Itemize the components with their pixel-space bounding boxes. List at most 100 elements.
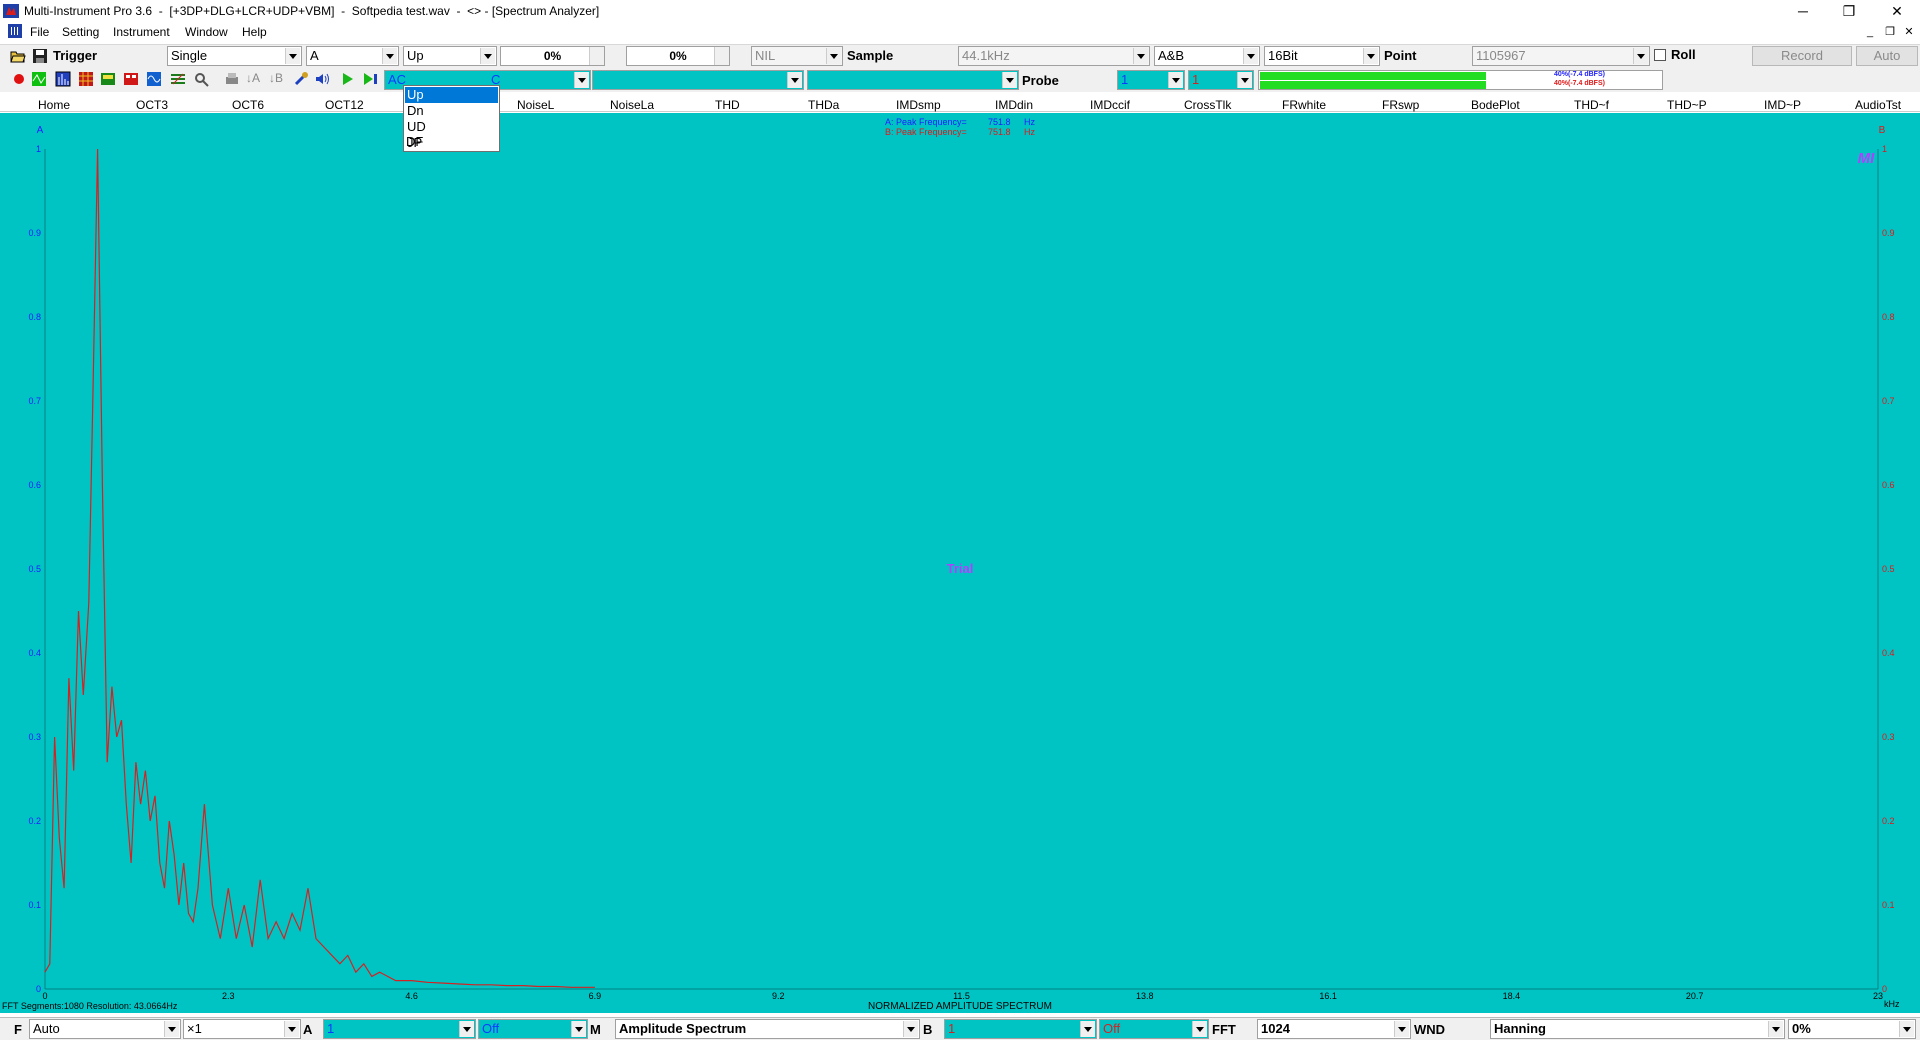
tab-oct3[interactable]: OCT3	[136, 98, 168, 112]
calibrate-tool-icon[interactable]	[293, 71, 309, 87]
probe-a-select[interactable]: 1	[1117, 70, 1185, 90]
record-button[interactable]: Record	[1752, 46, 1852, 66]
spectrum-mode-value: Amplitude Spectrum	[619, 1021, 747, 1036]
channel-a-state-select[interactable]: Off	[478, 1019, 588, 1039]
spectrum-chart[interactable]: 0 0 0.1 0.1 0.2 0.2 0.3 0.3 0.4 0.4 0.5 0.5 0.6 0.6 0.…	[0, 113, 1920, 1013]
tab-oct6[interactable]: OCT6	[232, 98, 264, 112]
roll-checkbox[interactable]	[1654, 49, 1666, 61]
tab-imdsmp[interactable]: IMDsmp	[896, 98, 941, 112]
menu-instrument[interactable]: Instrument	[113, 25, 170, 39]
mdi-restore-button[interactable]: ❐	[1882, 25, 1898, 39]
record-dot-icon[interactable]	[11, 71, 27, 87]
trigger-mode-value: Single	[171, 48, 208, 63]
fft-size-select[interactable]: 1024	[1257, 1019, 1411, 1039]
tab-crosstlk[interactable]: CrossTlk	[1184, 98, 1231, 112]
chevron-down-icon	[1633, 48, 1648, 64]
stepper-down-icon[interactable]	[589, 56, 604, 65]
dropdown-option-ud[interactable]: UD	[405, 119, 498, 135]
tab-audiotst[interactable]: AudioTst	[1855, 98, 1901, 112]
menu-window[interactable]: Window	[185, 25, 228, 39]
minimize-button[interactable]: ─	[1780, 0, 1826, 22]
trigger-level-stepper[interactable]: 0%	[500, 46, 605, 66]
y-tick-label-left: 0.5	[28, 564, 41, 574]
tab-oct12[interactable]: OCT12	[325, 98, 364, 112]
spectrum-analyzer-icon[interactable]	[55, 71, 71, 87]
sample-rate-select[interactable]: 44.1kHz	[958, 46, 1150, 66]
oscilloscope-icon[interactable]	[31, 71, 47, 87]
window-title: Multi-Instrument Pro 3.6 - [+3DP+DLG+LCR…	[24, 4, 600, 18]
tab-home[interactable]: Home	[38, 98, 70, 112]
menu-file[interactable]: File	[30, 25, 49, 39]
generator-icon[interactable]	[123, 71, 139, 87]
frequency-mode-select[interactable]: Auto	[29, 1019, 181, 1039]
tab-noisela[interactable]: NoiseLa	[610, 98, 654, 112]
trigger-delay-stepper[interactable]: 0%	[626, 46, 730, 66]
stepper-down-icon[interactable]	[714, 56, 729, 65]
chevron-down-icon	[382, 48, 397, 64]
trigger-edge-select[interactable]: Up	[403, 46, 497, 66]
tab-frwhite[interactable]: FRwhite	[1282, 98, 1326, 112]
probe-settings-icon[interactable]	[193, 71, 209, 87]
spectrum-mode-select[interactable]: Amplitude Spectrum	[615, 1019, 920, 1039]
dds-generator-icon[interactable]	[146, 71, 162, 87]
tab-noisel[interactable]: NoiseL	[517, 98, 554, 112]
stepper-up-icon[interactable]	[714, 47, 729, 56]
start-once-icon[interactable]	[362, 71, 378, 87]
mdi-close-button[interactable]: ✕	[1901, 25, 1917, 39]
channel-select[interactable]: A&B	[1154, 46, 1260, 66]
tab-imdccif[interactable]: IMDccif	[1090, 98, 1130, 112]
print-icon[interactable]	[224, 71, 240, 87]
frequency-scale-select[interactable]: ×1	[183, 1019, 301, 1039]
chevron-down-icon	[574, 72, 589, 88]
menu-help[interactable]: Help	[242, 25, 267, 39]
x-tick-label: 0	[42, 991, 47, 1001]
menu-setting[interactable]: Setting	[62, 25, 99, 39]
probe-b-select[interactable]: 1	[1188, 70, 1254, 90]
y-tick-label-right: 0.8	[1882, 312, 1895, 322]
frequency-mode-value: Auto	[33, 1021, 60, 1036]
decrease-b-icon[interactable]: ↓B	[269, 71, 283, 85]
chevron-down-icon	[787, 72, 802, 88]
sweep-icon[interactable]	[170, 71, 186, 87]
tab-thd-f[interactable]: THD~f	[1574, 98, 1609, 112]
tab-thda[interactable]: THDa	[808, 98, 839, 112]
stepper-up-icon[interactable]	[589, 47, 604, 56]
document-icon[interactable]	[8, 24, 22, 38]
channel-b-state-select[interactable]: Off	[1099, 1019, 1209, 1039]
tab-thd-p[interactable]: THD~P	[1667, 98, 1707, 112]
tab-bodeplot[interactable]: BodePlot	[1471, 98, 1520, 112]
speaker-icon[interactable]	[314, 71, 330, 87]
decrease-a-icon[interactable]: ↓A	[246, 71, 260, 85]
spectrum-plot[interactable]: 0 0 0.1 0.1 0.2 0.2 0.3 0.3 0.4 0.4 0.5 0.5 0.6 0.6 0.…	[0, 113, 1920, 1013]
nil-select[interactable]: NIL	[751, 46, 843, 66]
left-axis-label: A	[37, 125, 44, 136]
trigger-mode-select[interactable]: Single	[167, 46, 302, 66]
multimeter-icon[interactable]	[100, 71, 116, 87]
trigger-channel-select[interactable]: A	[306, 46, 399, 66]
start-icon[interactable]	[339, 71, 355, 87]
dropdown-option-up[interactable]: Up	[405, 87, 498, 103]
bit-depth-select[interactable]: 16Bit	[1264, 46, 1380, 66]
channel-b-function-select[interactable]	[592, 70, 804, 90]
mdi-minimize-button[interactable]: _	[1862, 25, 1878, 39]
dropdown-option-dn[interactable]: Dn	[405, 103, 498, 119]
maximize-button[interactable]: ❐	[1826, 0, 1872, 22]
tab-imd-p[interactable]: IMD~P	[1764, 98, 1801, 112]
point-select[interactable]: 1105967	[1472, 46, 1650, 66]
close-button[interactable]: ✕	[1874, 0, 1920, 22]
auto-button[interactable]: Auto	[1856, 46, 1918, 66]
tab-imddin[interactable]: IMDdin	[995, 98, 1033, 112]
save-icon[interactable]	[32, 48, 48, 64]
channel-b-scale-select[interactable]: 1	[944, 1019, 1097, 1039]
tab-frswp[interactable]: FRswp	[1382, 98, 1419, 112]
tab-thd[interactable]: THD	[715, 98, 740, 112]
dropdown-option-df[interactable]: DF	[404, 134, 497, 150]
trigger-level-value: 0%	[543, 49, 562, 63]
open-folder-icon[interactable]	[10, 48, 26, 64]
window-function-select[interactable]: Hanning	[1490, 1019, 1785, 1039]
overlap-select[interactable]: 0%	[1788, 1019, 1916, 1039]
chevron-down-icon	[1243, 48, 1258, 64]
channel-c-function-select[interactable]	[807, 70, 1019, 90]
channel-a-scale-select[interactable]: 1	[323, 1019, 476, 1039]
spectrogram-icon[interactable]	[78, 71, 94, 87]
